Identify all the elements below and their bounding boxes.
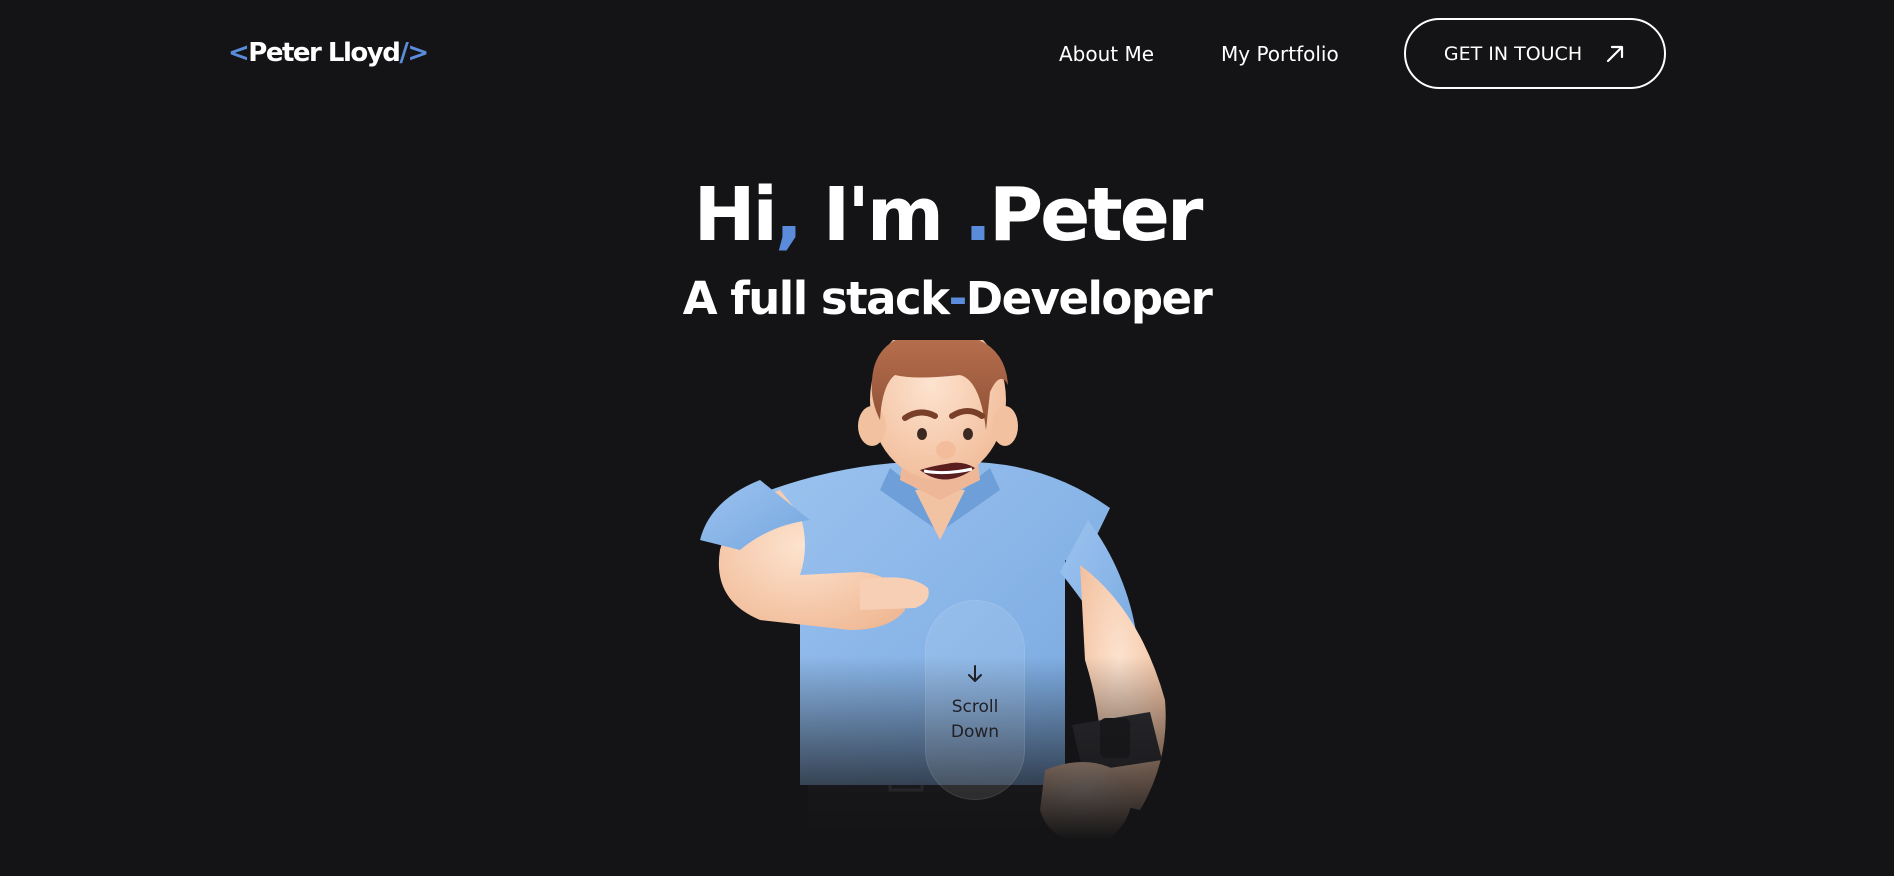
scroll-down-button[interactable]: Scroll Down (925, 600, 1025, 800)
hero-title-hi: Hi (693, 172, 778, 258)
nav-about-me[interactable]: About Me (1059, 42, 1154, 66)
arrow-down-icon (968, 665, 982, 682)
logo[interactable]: <Peter Lloyd/> (228, 38, 429, 68)
hero-subtitle: A full stack-Developer (0, 276, 1894, 321)
logo-name: Peter Lloyd (248, 38, 401, 68)
hero-subtitle-dash: - (948, 272, 968, 325)
scroll-down-label: Scroll Down (951, 695, 999, 745)
nav-my-portfolio[interactable]: My Portfolio (1221, 42, 1339, 66)
get-in-touch-button[interactable]: GET IN TOUCH (1404, 18, 1666, 89)
hero-subtitle-full-stack: A full stack (682, 272, 950, 325)
hero-title-name: Peter (988, 172, 1203, 258)
scroll-label-line2: Down (950, 722, 1000, 742)
hero-title: Hi, I'm .Peter (0, 178, 1894, 252)
arrow-up-right-icon (1607, 45, 1624, 62)
scroll-label-line1: Scroll (951, 697, 999, 717)
hero-subtitle-developer: Developer (965, 272, 1213, 325)
hero-title-dot: . (963, 172, 992, 258)
hero-title-im: I'm (799, 172, 964, 258)
hero-title-comma: , (774, 172, 803, 258)
logo-close-bracket: /> (399, 38, 429, 68)
get-in-touch-label: GET IN TOUCH (1443, 42, 1583, 65)
logo-open-bracket: < (228, 38, 250, 68)
